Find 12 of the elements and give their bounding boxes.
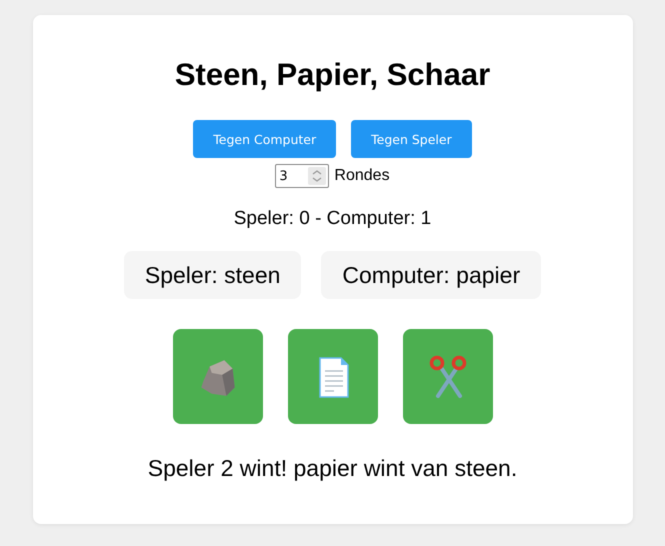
paper-button[interactable]: [288, 329, 378, 424]
mode-button[interactable]: Tegen Computer: [193, 120, 336, 158]
rock-button[interactable]: [172, 329, 262, 424]
score-text: Speler: 0 - Computer: 1: [234, 208, 432, 230]
spinner-icon[interactable]: [308, 167, 326, 185]
result-message: Speler 2 wint! papier wint van steen.: [148, 455, 518, 482]
scissors-button[interactable]: [402, 329, 492, 424]
mode-button[interactable]: Tegen Speler: [351, 120, 472, 158]
choice-display: Computer: papier: [321, 251, 542, 299]
choice-display: Speler: steen: [124, 251, 302, 299]
game-title: Steen, Papier, Schaar: [174, 57, 490, 93]
rounds-label: Rondes: [334, 167, 390, 185]
